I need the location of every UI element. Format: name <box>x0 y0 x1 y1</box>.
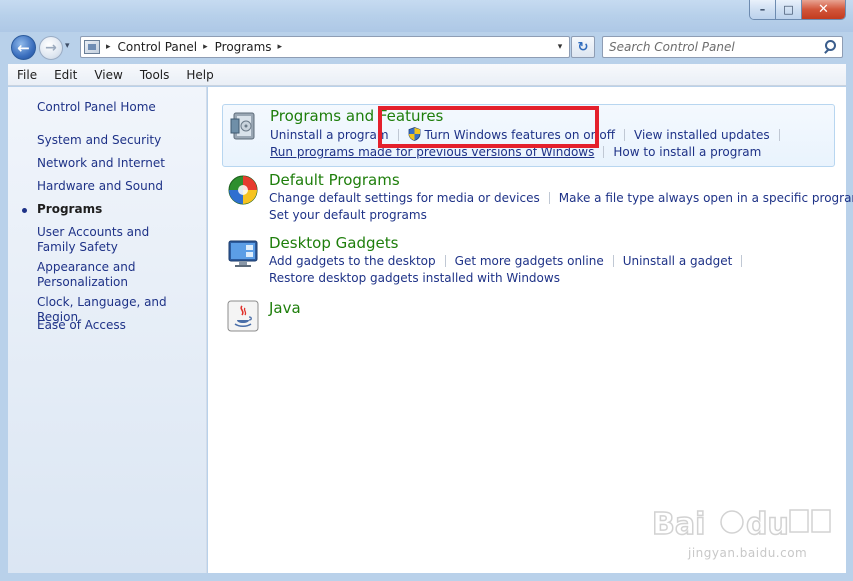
group-desktop-gadgets: Desktop Gadgets Add gadgets to the deskt… <box>222 233 835 287</box>
uac-shield-icon <box>408 127 420 141</box>
group-title[interactable]: Programs and Features <box>270 107 443 125</box>
group-links-row: Restore desktop gadgets installed with W… <box>269 271 560 285</box>
link-view-installed-updates[interactable]: View installed updates <box>634 128 770 142</box>
title-bar: – □ ✕ <box>0 0 853 32</box>
menu-view[interactable]: View <box>85 68 130 82</box>
breadcrumb-separator-icon[interactable]: ▸ <box>278 42 283 52</box>
menu-file[interactable]: File <box>8 68 45 82</box>
breadcrumb-control-panel[interactable]: Control Panel <box>118 40 198 54</box>
menu-help[interactable]: Help <box>177 68 221 82</box>
link-uninstall-gadget[interactable]: Uninstall a gadget <box>623 254 733 268</box>
maximize-button[interactable]: □ <box>776 0 802 19</box>
sidebar-item-system-security[interactable]: System and Security <box>37 133 161 148</box>
link-separator <box>548 192 550 204</box>
programs-features-icon <box>230 112 255 140</box>
group-links-row: Run programs made for previous versions … <box>270 145 761 159</box>
link-separator <box>624 129 626 141</box>
sidebar-item-network-internet[interactable]: Network and Internet <box>37 156 165 171</box>
link-set-default-programs[interactable]: Set your default programs <box>269 208 427 222</box>
link-restore-gadgets[interactable]: Restore desktop gadgets installed with W… <box>269 271 560 285</box>
link-add-gadgets[interactable]: Add gadgets to the desktop <box>269 254 436 268</box>
breadcrumb-separator-icon[interactable]: ▸ <box>203 42 208 52</box>
group-default-programs: Default Programs Change default settings… <box>222 170 853 224</box>
address-dropdown-icon[interactable]: ▾ <box>551 37 569 57</box>
close-button[interactable]: ✕ <box>802 0 845 19</box>
group-programs-features: Programs and Features Uninstall a progra… <box>222 104 835 167</box>
link-run-previous-versions[interactable]: Run programs made for previous versions … <box>270 145 594 159</box>
group-java: Java <box>222 296 835 336</box>
group-title[interactable]: Default Programs <box>269 171 400 189</box>
active-bullet-icon <box>22 208 27 213</box>
menu-edit[interactable]: Edit <box>45 68 85 82</box>
group-title[interactable]: Desktop Gadgets <box>269 234 398 252</box>
link-turn-windows-features[interactable]: Turn Windows features on or off <box>425 128 616 142</box>
default-programs-icon <box>228 175 258 205</box>
svg-text:Bai: Bai <box>652 507 705 542</box>
breadcrumb-separator-icon[interactable]: ▸ <box>106 42 111 52</box>
baidu-logo-icon: Bai du <box>651 506 831 543</box>
desktop-gadgets-icon <box>228 240 258 267</box>
sidebar-item-user-accounts[interactable]: User Accounts and Family Safety <box>37 225 187 255</box>
sidebar-item-appearance[interactable]: Appearance and Personalization <box>37 260 147 290</box>
link-separator <box>612 255 614 267</box>
sidebar-item-programs[interactable]: Programs <box>37 202 102 217</box>
group-links-row: Uninstall a program Turn Windows feature… <box>270 127 789 142</box>
group-links-row: Set your default programs <box>269 208 427 222</box>
search-box[interactable] <box>602 36 843 58</box>
link-separator <box>778 129 780 141</box>
group-links-row: Add gadgets to the desktop Get more gadge… <box>269 254 751 268</box>
menu-bar: File Edit View Tools Help <box>8 64 846 86</box>
breadcrumb-programs[interactable]: Programs <box>215 40 272 54</box>
sidebar: Control Panel Home System and Security N… <box>8 87 207 573</box>
search-input[interactable] <box>609 38 820 56</box>
menu-tools[interactable]: Tools <box>131 68 178 82</box>
window-controls: – □ ✕ <box>749 0 846 20</box>
window-bottom-frame <box>0 573 853 581</box>
link-change-default-media[interactable]: Change default settings for media or dev… <box>269 191 540 205</box>
link-how-to-install[interactable]: How to install a program <box>613 145 761 159</box>
java-icon <box>227 300 259 332</box>
link-get-more-gadgets[interactable]: Get more gadgets online <box>455 254 604 268</box>
navigation-bar: ← → ▾ ▸ Control Panel ▸ Programs ▸ ▾ ↻ <box>0 32 853 62</box>
refresh-button[interactable]: ↻ <box>571 36 595 58</box>
link-separator <box>741 255 743 267</box>
watermark-url: jingyan.baidu.com <box>688 546 808 560</box>
link-file-type-open[interactable]: Make a file type always open in a specif… <box>559 191 853 205</box>
address-bar[interactable]: ▸ Control Panel ▸ Programs ▸ ▾ <box>80 36 570 58</box>
back-button[interactable]: ← <box>11 35 36 60</box>
sidebar-item-hardware-sound[interactable]: Hardware and Sound <box>37 179 163 194</box>
sidebar-item-ease-of-access[interactable]: Ease of Access <box>37 318 126 333</box>
baidu-watermark: Bai du jingyan.baidu.com <box>650 500 840 570</box>
link-uninstall-program[interactable]: Uninstall a program <box>270 128 389 142</box>
group-title[interactable]: Java <box>269 299 301 317</box>
link-separator <box>444 255 446 267</box>
recent-pages-icon[interactable]: ▾ <box>65 41 70 51</box>
group-links-row: Change default settings for media or dev… <box>269 191 853 205</box>
search-icon[interactable] <box>820 37 840 57</box>
minimize-button[interactable]: – <box>750 0 776 19</box>
svg-text:du: du <box>746 507 789 542</box>
link-separator <box>397 129 399 141</box>
forward-button[interactable]: → <box>39 36 63 60</box>
sidebar-item-control-panel-home[interactable]: Control Panel Home <box>37 100 156 115</box>
control-panel-icon <box>84 40 100 54</box>
link-separator <box>603 146 605 158</box>
